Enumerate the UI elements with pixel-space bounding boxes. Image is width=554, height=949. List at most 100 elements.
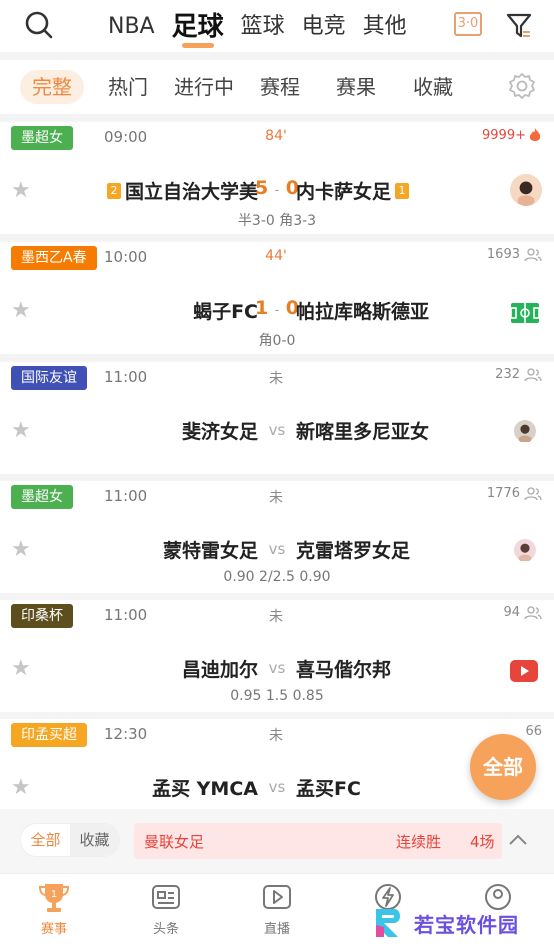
- match-status: 未: [269, 490, 283, 506]
- match-row[interactable]: 墨西乙A春 10:00 44' 1693 ★ 蝎子FC 1 - 0 帕拉库略斯德…: [0, 242, 554, 354]
- subtab-live[interactable]: 进行中: [174, 70, 234, 104]
- nav-label: 头条: [152, 922, 179, 937]
- vs-label: vs: [268, 778, 286, 796]
- home-team: 蝎子FC: [193, 297, 258, 324]
- pitch-animation-icon[interactable]: [510, 302, 540, 324]
- match-minute: 84': [265, 128, 287, 144]
- odds-info: 0.90 2/2.5 0.90: [223, 569, 331, 585]
- svg-text:1: 1: [51, 889, 57, 900]
- tab-football[interactable]: 足球: [172, 12, 224, 48]
- sub-tabs: 完整 热门 进行中 赛程 赛果 收藏: [0, 60, 554, 114]
- tab-esports[interactable]: 电竞: [302, 12, 346, 42]
- filter-icon[interactable]: [506, 12, 532, 40]
- home-team: 昌迪加尔: [182, 655, 258, 682]
- home-score: 5: [254, 177, 269, 199]
- streamer-avatar-icon[interactable]: [514, 539, 536, 561]
- heat-value: 94: [503, 605, 520, 620]
- match-time: 11:00: [104, 487, 148, 505]
- home-team-name: 蒙特雷女足: [162, 540, 258, 562]
- subtab-results[interactable]: 赛果: [336, 70, 376, 104]
- heat-count: 9999+: [482, 127, 542, 143]
- home-team-name: 蝎子FC: [193, 301, 258, 323]
- streak-count: 4场: [470, 833, 495, 851]
- away-team: 新喀里多尼亚女: [296, 417, 429, 444]
- settings-gear-icon[interactable]: [508, 72, 536, 100]
- all-fav-segment: 全部 收藏: [20, 823, 120, 857]
- score-display-toggle[interactable]: 3·0: [454, 12, 482, 36]
- favorite-star-icon[interactable]: ★: [11, 420, 31, 442]
- streak-label: 连续胜: [396, 833, 442, 851]
- tab-basketball[interactable]: 篮球: [241, 12, 285, 42]
- away-team-name: 帕拉库略斯德亚: [296, 301, 430, 323]
- home-team: 孟买 YMCA: [152, 774, 258, 801]
- favorite-star-icon[interactable]: ★: [11, 539, 31, 561]
- favorite-star-icon[interactable]: ★: [11, 777, 31, 799]
- nav-headlines[interactable]: 头条: [126, 880, 206, 937]
- flame-icon: [529, 128, 541, 141]
- nav-events[interactable]: 1 赛事: [14, 880, 94, 937]
- home-score: 1: [254, 297, 269, 319]
- tab-other[interactable]: 其他: [363, 12, 407, 42]
- match-row[interactable]: 国际友谊 11:00 未 232 ★ 斐济女足 vs 新喀里多尼亚女: [0, 362, 554, 474]
- all-matches-fab[interactable]: 全部: [470, 734, 536, 800]
- match-row[interactable]: 印桑杯 11:00 未 94 ★ 昌迪加尔 vs 喜马偕尔邦 0.95 1.5 …: [0, 600, 554, 712]
- match-row[interactable]: 墨超女 11:00 未 1776 ★ 蒙特雷女足 vs 克雷塔罗女足 0.90 …: [0, 481, 554, 593]
- subtab-schedule[interactable]: 赛程: [260, 70, 300, 104]
- league-badge: 墨西乙A春: [11, 246, 97, 270]
- people-icon: [524, 247, 542, 261]
- vs-label: vs: [268, 540, 286, 558]
- nav-label: 直播: [263, 922, 290, 937]
- match-time: 11:00: [104, 368, 148, 386]
- match-time: 10:00: [104, 248, 148, 266]
- league-badge: 国际友谊: [11, 366, 87, 390]
- heat-count: 1693: [487, 247, 542, 262]
- favorite-star-icon[interactable]: ★: [11, 658, 31, 680]
- away-team: 孟买FC: [296, 774, 361, 801]
- seg-all[interactable]: 全部: [21, 824, 70, 856]
- heat-value: 9999+: [482, 127, 526, 143]
- seg-favorites[interactable]: 收藏: [70, 824, 119, 856]
- heat-count: 94: [503, 605, 542, 620]
- watermark-text: 若宝软件园: [414, 912, 519, 937]
- match-sub-info: 半3-0 角3-3: [237, 213, 317, 229]
- subtab-favorites[interactable]: 收藏: [413, 70, 453, 104]
- match-status: 未: [269, 728, 283, 744]
- score: 5 - 0: [254, 177, 300, 199]
- home-team-name: 斐济女足: [181, 421, 258, 443]
- heat-count: 66: [525, 724, 542, 739]
- match-time: 09:00: [104, 128, 148, 146]
- home-team-name: 昌迪加尔: [181, 659, 258, 681]
- favorite-star-icon[interactable]: ★: [11, 180, 31, 202]
- away-team: 喜马偕尔邦: [296, 655, 391, 682]
- filter-bar: 全部 收藏 曼联女足 连续胜 4场: [0, 809, 554, 873]
- match-row[interactable]: 墨超女 09:00 84' 9999+ ★ 2 国立自治大学美 5 - 0 内卡萨…: [0, 122, 554, 234]
- chevron-up-icon[interactable]: [508, 833, 528, 847]
- heat-value: 1776: [486, 486, 520, 501]
- win-streak-banner[interactable]: 曼联女足 连续胜 4场: [134, 823, 502, 859]
- nav-live[interactable]: 直播: [237, 880, 317, 937]
- heat-value: 232: [495, 367, 520, 382]
- search-icon[interactable]: [22, 8, 56, 42]
- match-sub-info: 角0-0: [258, 333, 296, 349]
- home-team: 斐济女足: [182, 417, 258, 444]
- tab-nba[interactable]: NBA: [108, 12, 155, 42]
- video-play-icon[interactable]: [510, 660, 538, 682]
- nav-label: 赛事: [40, 922, 67, 937]
- heat-count: 232: [495, 367, 542, 382]
- subtab-hot[interactable]: 热门: [108, 70, 148, 104]
- people-icon: [524, 605, 542, 619]
- subtab-complete[interactable]: 完整: [20, 70, 84, 104]
- news-icon: [152, 885, 180, 909]
- streamer-avatar-icon[interactable]: [510, 174, 542, 206]
- favorite-star-icon[interactable]: ★: [11, 300, 31, 322]
- vs-label: vs: [268, 659, 286, 677]
- league-badge: 印桑杯: [11, 604, 73, 628]
- away-team: 帕拉库略斯德亚: [296, 297, 429, 324]
- score: 1 - 0: [254, 297, 300, 319]
- sport-tabs: NBA 足球 篮球 电竞 其他: [108, 6, 424, 48]
- streamer-avatar-icon[interactable]: [514, 420, 536, 442]
- watermark-logo-icon: [376, 909, 400, 937]
- home-team: 2 国立自治大学美: [103, 177, 258, 204]
- league-badge: 墨超女: [11, 485, 73, 509]
- league-badge: 墨超女: [11, 126, 73, 150]
